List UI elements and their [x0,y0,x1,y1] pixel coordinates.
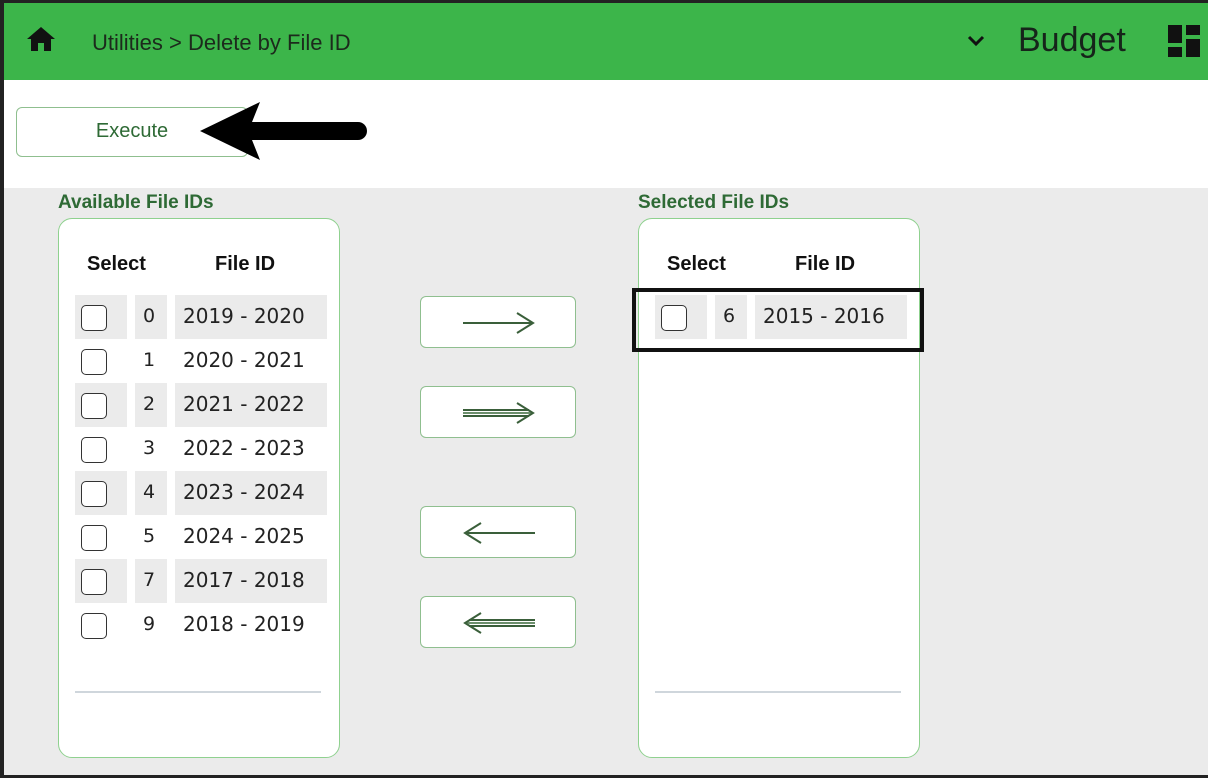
available-select-header: Select [87,253,146,275]
file-id-value: 2017 - 2018 [183,568,305,592]
file-id-value: 2023 - 2024 [183,480,305,504]
list-item[interactable]: 0 2019 - 2020 [75,295,327,339]
row-number: 5 [143,525,156,547]
file-id-value: 2015 - 2016 [763,304,885,328]
app-title[interactable]: Budget [1018,21,1126,60]
select-checkbox[interactable] [81,349,107,375]
list-item[interactable]: 6 2015 - 2016 [655,295,907,339]
list-item[interactable]: 3 2022 - 2023 [75,427,327,471]
list-item[interactable]: 9 2018 - 2019 [75,603,327,647]
move-all-right-button[interactable] [420,386,576,438]
dashboard-grid-icon[interactable] [1166,23,1202,59]
selected-select-header: Select [667,253,726,275]
available-file-id-header: File ID [215,253,276,275]
move-all-left-icon [463,612,535,634]
content-area: Available File IDs Select File ID 0 2019 … [4,188,1208,775]
list-item[interactable]: 4 2023 - 2024 [75,471,327,515]
toolbar: Execute [4,80,1208,188]
move-right-icon [463,312,535,334]
file-id-value: 2024 - 2025 [183,524,305,548]
select-checkbox[interactable] [81,525,107,551]
select-checkbox[interactable] [81,305,107,331]
select-checkbox[interactable] [661,305,687,331]
list-item[interactable]: 2 2021 - 2022 [75,383,327,427]
file-id-value: 2020 - 2021 [183,348,305,372]
row-number: 3 [143,437,156,459]
row-number: 1 [143,349,156,371]
row-number: 9 [143,613,156,635]
move-all-right-icon [463,402,535,424]
breadcrumb[interactable]: Utilities > Delete by File ID [92,30,351,56]
row-number: 4 [143,481,156,503]
move-left-icon [463,522,535,544]
chevron-down-icon[interactable] [966,33,986,49]
list-item[interactable]: 5 2024 - 2025 [75,515,327,559]
row-number: 0 [143,305,156,327]
move-left-button[interactable] [420,506,576,558]
home-icon[interactable] [26,25,56,53]
list-item[interactable]: 7 2017 - 2018 [75,559,327,603]
row-number: 2 [143,393,156,415]
file-id-value: 2021 - 2022 [183,392,305,416]
available-file-ids-panel: Select File ID 0 2019 - 2020 1 2020 - 2021 2… [58,218,340,758]
move-right-button[interactable] [420,296,576,348]
select-checkbox[interactable] [81,569,107,595]
callout-arrow-icon [200,102,367,160]
selected-file-ids-label: Selected File IDs [638,192,790,213]
select-checkbox[interactable] [81,481,107,507]
file-id-value: 2019 - 2020 [183,304,305,328]
row-number: 7 [143,569,156,591]
file-id-value: 2018 - 2019 [183,612,305,636]
move-all-left-button[interactable] [420,596,576,648]
list-divider [75,691,321,693]
selected-file-ids-panel: Select File ID 6 2015 - 2016 [638,218,920,758]
file-id-value: 2022 - 2023 [183,436,305,460]
selected-file-id-header: File ID [795,253,856,275]
app-header: Utilities > Delete by File ID Budget [4,3,1208,80]
select-checkbox[interactable] [81,393,107,419]
list-item[interactable]: 1 2020 - 2021 [75,339,327,383]
row-number: 6 [723,305,736,327]
list-divider [655,691,901,693]
available-file-ids-label: Available File IDs [58,192,214,213]
select-checkbox[interactable] [81,613,107,639]
select-checkbox[interactable] [81,437,107,463]
